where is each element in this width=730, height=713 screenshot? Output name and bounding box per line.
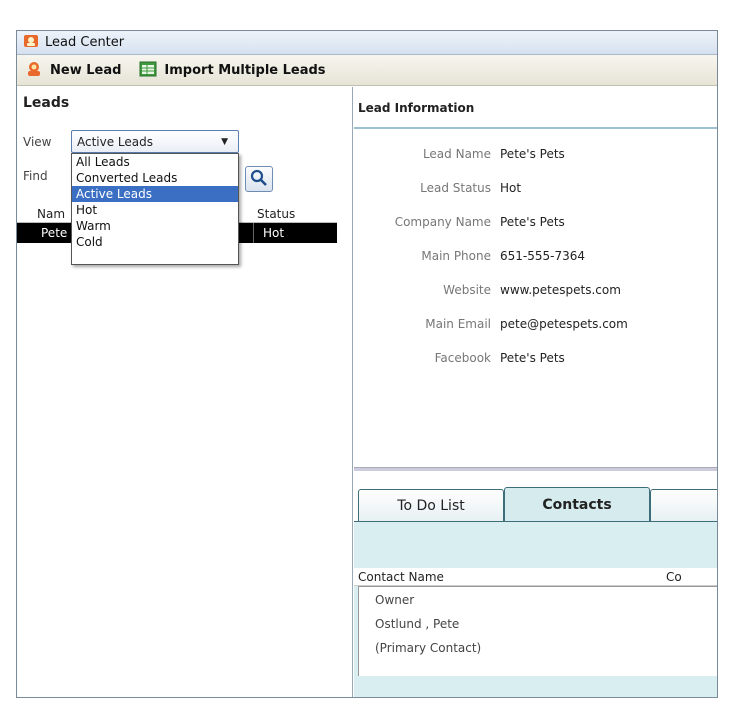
lead-information-title: Lead Information: [354, 87, 717, 129]
column-name-header[interactable]: Nam: [37, 207, 65, 221]
view-label: View: [23, 135, 52, 149]
dropdown-option-converted-leads[interactable]: Converted Leads: [72, 170, 238, 186]
field-main-phone: Main Phone 651-555-7364: [354, 249, 717, 269]
lead-information-pane: Lead Information Lead Name Pete's Pets L…: [354, 87, 717, 697]
find-label: Find: [23, 169, 48, 183]
field-label: Lead Status: [420, 181, 491, 195]
find-button[interactable]: [245, 166, 273, 192]
dropdown-option-hot[interactable]: Hot: [72, 202, 238, 218]
field-value: Pete's Pets: [500, 351, 565, 365]
lead-center-window: Lead Center New Lead Import Multiple Lea…: [16, 30, 718, 698]
leads-title: Leads: [23, 95, 70, 111]
lead-status-cell: Hot: [263, 226, 285, 240]
contacts-grid-header: Contact Name Co: [354, 568, 717, 586]
lead-name-cell: Pete: [41, 226, 68, 240]
field-label: Website: [443, 283, 491, 297]
tab-partial[interactable]: L: [650, 489, 717, 521]
chevron-down-icon: ▼: [221, 137, 228, 147]
leads-pane: Leads View Active Leads ▼ Find Nam Statu…: [17, 87, 353, 697]
field-value[interactable]: www.petespets.com: [500, 283, 621, 297]
contacts-list: Owner Ostlund , Pete (Primary Contact): [358, 586, 717, 676]
field-label: Facebook: [434, 351, 491, 365]
list-item[interactable]: Owner: [375, 593, 414, 607]
main-area: Leads View Active Leads ▼ Find Nam Statu…: [17, 87, 717, 697]
contact-name-header[interactable]: Contact Name: [358, 570, 444, 584]
company-header[interactable]: Co: [666, 570, 682, 584]
dropdown-option-all-leads[interactable]: All Leads: [72, 154, 238, 170]
new-lead-button[interactable]: New Lead: [25, 60, 121, 81]
view-dropdown-list: All Leads Converted Leads Active Leads H…: [71, 153, 239, 265]
field-label: Lead Name: [422, 147, 491, 161]
field-label: Company Name: [394, 215, 491, 229]
view-select[interactable]: Active Leads ▼: [71, 130, 239, 153]
title-bar: Lead Center: [17, 31, 717, 55]
view-selected-value: Active Leads: [77, 134, 154, 149]
dropdown-option-active-leads[interactable]: Active Leads: [72, 186, 238, 202]
import-multiple-leads-label: Import Multiple Leads: [164, 62, 326, 78]
import-multiple-leads-button[interactable]: Import Multiple Leads: [139, 61, 326, 80]
new-lead-icon: [25, 60, 43, 81]
field-website: Website www.petespets.com: [354, 283, 717, 303]
row-divider: [253, 223, 254, 243]
field-value: 651-555-7364: [500, 249, 586, 263]
search-icon: [250, 169, 268, 190]
column-status-header[interactable]: Status: [257, 207, 295, 221]
toolbar: New Lead Import Multiple Leads: [17, 55, 717, 86]
field-company-name: Company Name Pete's Pets: [354, 215, 717, 235]
tab-contacts[interactable]: Contacts: [504, 487, 650, 522]
field-label: Main Email: [425, 317, 491, 331]
tab-body: Contact Name Co Owner Ostlund , Pete (Pr…: [354, 521, 717, 697]
field-lead-name: Lead Name Pete's Pets: [354, 147, 717, 167]
dropdown-option-cold[interactable]: Cold: [72, 234, 238, 250]
field-lead-status: Lead Status Hot: [354, 181, 717, 201]
list-item[interactable]: (Primary Contact): [375, 641, 481, 655]
window-title: Lead Center: [45, 35, 125, 50]
field-value: Pete's Pets: [500, 147, 565, 161]
lead-center-app-icon: [23, 33, 39, 52]
dropdown-option-warm[interactable]: Warm: [72, 218, 238, 234]
field-value: Pete's Pets: [500, 215, 565, 229]
field-value[interactable]: pete@petespets.com: [500, 317, 628, 331]
field-main-email: Main Email pete@petespets.com: [354, 317, 717, 337]
tabs-area: To Do List Contacts L Contact Name Co Ow…: [354, 471, 717, 697]
spreadsheet-icon: [139, 61, 157, 80]
list-item[interactable]: Ostlund , Pete: [375, 617, 459, 631]
tab-to-do-list[interactable]: To Do List: [358, 489, 504, 521]
field-label: Main Phone: [421, 249, 491, 263]
new-lead-label: New Lead: [50, 62, 122, 78]
field-value: Hot: [500, 181, 522, 195]
field-facebook: Facebook Pete's Pets: [354, 351, 717, 371]
